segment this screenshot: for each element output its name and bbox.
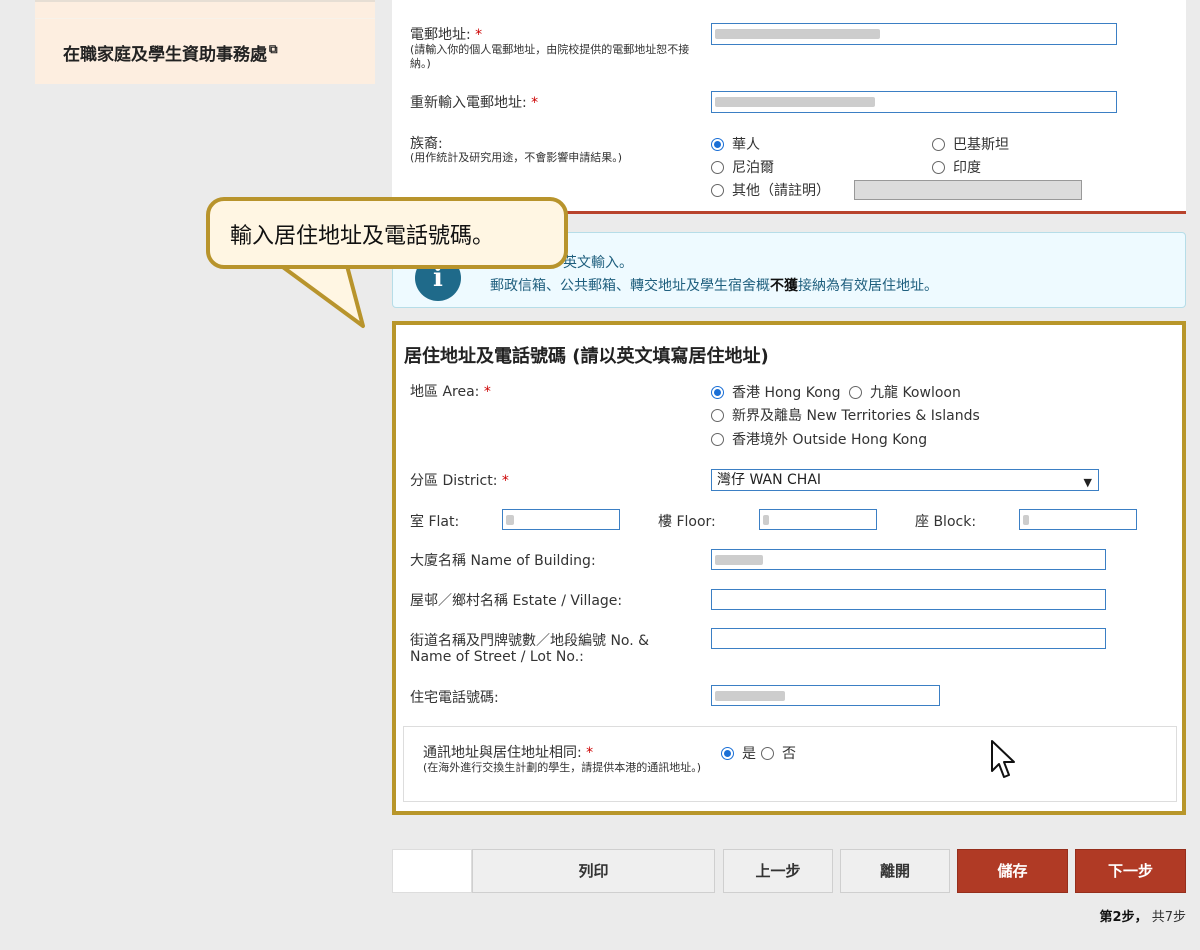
radio-icon — [761, 746, 774, 760]
sidebar-panel: 在職家庭及學生資助事務處 ⧉ — [35, 0, 375, 84]
email-confirm-field[interactable] — [711, 91, 1117, 113]
callout-tail — [272, 262, 365, 328]
back-button[interactable]: 上一步 — [723, 849, 833, 893]
ethnicity-hint: (用作統計及研究用途，不會影響申請結果。) — [410, 151, 623, 164]
estate-field[interactable] — [711, 589, 1106, 610]
floor-label: 樓 Floor: — [658, 514, 716, 530]
radio-icon — [932, 137, 945, 151]
button-spacer — [392, 849, 472, 893]
external-link-icon: ⧉ — [269, 42, 278, 57]
street-label-1: 街道名稱及門牌號數／地段編號 No. & — [410, 633, 650, 649]
block-label: 座 Block: — [915, 514, 977, 530]
correspondence-box: 通訊地址與居住地址相同: * (在海外進行交換生計劃的學生，請提供本港的通訊地址… — [403, 726, 1177, 802]
email-confirm-label: 重新輸入電郵地址: * — [410, 95, 539, 111]
same-address-yes[interactable]: 是 — [721, 743, 756, 763]
phone-label: 住宅電話號碼: — [410, 690, 499, 706]
email-label: 電郵地址: * — [410, 27, 483, 43]
estate-label: 屋邨／鄉村名稱 Estate / Village: — [410, 593, 623, 609]
same-address-hint: (在海外進行交換生計劃的學生，請提供本港的通訊地址。) — [423, 761, 702, 774]
step-indicator: 第2步， 共7步 — [1099, 910, 1186, 925]
ethnicity-radio-pakistani[interactable]: 巴基斯坦 — [932, 134, 1009, 154]
personal-info-panel: 電郵地址: * (請輸入你的個人電郵地址，由院校提供的電郵地址恕不接納。) 重新… — [392, 0, 1186, 214]
radio-icon — [932, 160, 945, 174]
next-button[interactable]: 下一步 — [1075, 849, 1186, 893]
email-hint: (請輸入你的個人電郵地址，由院校提供的電郵地址恕不接納。) — [410, 43, 690, 70]
area-radio-kowloon[interactable]: 九龍 Kowloon — [849, 382, 961, 402]
ethnicity-other-field[interactable] — [854, 180, 1082, 200]
leave-button[interactable]: 離開 — [840, 849, 950, 893]
info-line-2: 郵政信箱、公共郵箱、轉交地址及學生宿舍概不獲接納為有效居住地址。 — [490, 278, 938, 294]
flat-field[interactable] — [502, 509, 620, 530]
address-panel: 居住地址及電話號碼 (請以英文填寫居住地址) 地區 Area: * 香港 Hon… — [392, 321, 1186, 815]
building-label: 大廈名稱 Name of Building: — [410, 553, 596, 569]
street-field[interactable] — [711, 628, 1106, 649]
callout-text: 輸入居住地址及電話號碼。 — [230, 224, 495, 249]
radio-icon — [711, 408, 724, 422]
ethnicity-radio-indian[interactable]: 印度 — [932, 157, 981, 177]
street-label-2: Name of Street / Lot No.: — [410, 649, 584, 665]
chevron-down-icon: ▼ — [1083, 476, 1092, 489]
radio-selected-icon — [711, 137, 724, 151]
area-label: 地區 Area: * — [410, 384, 491, 400]
ethnicity-radio-nepalese[interactable]: 尼泊爾 — [711, 157, 774, 177]
area-radio-nt-islands[interactable]: 新界及離島 New Territories & Islands — [711, 405, 980, 425]
section-title: 居住地址及電話號碼 (請以英文填寫居住地址) — [404, 346, 769, 367]
radio-selected-icon — [721, 746, 734, 760]
print-button[interactable]: 列印 — [472, 849, 715, 893]
area-radio-hong-kong[interactable]: 香港 Hong Kong — [711, 382, 841, 402]
email-field[interactable] — [711, 23, 1117, 45]
radio-icon — [849, 385, 862, 399]
floor-field[interactable] — [759, 509, 877, 530]
radio-selected-icon — [711, 385, 724, 399]
area-radio-outside-hk[interactable]: 香港境外 Outside Hong Kong — [711, 429, 927, 449]
district-label: 分區 District: * — [410, 473, 509, 489]
flat-label: 室 Flat: — [410, 514, 460, 530]
block-field[interactable] — [1019, 509, 1137, 530]
info-line-1: 英文輸入。 — [563, 255, 633, 271]
sidebar-divider — [35, 18, 375, 19]
callout-bubble: 輸入居住地址及電話號碼。 — [206, 197, 568, 269]
phone-field[interactable] — [711, 685, 940, 706]
radio-icon — [711, 183, 724, 197]
building-field[interactable] — [711, 549, 1106, 570]
radio-icon — [711, 432, 724, 446]
save-button[interactable]: 儲存 — [957, 849, 1068, 893]
radio-icon — [711, 160, 724, 174]
mouse-cursor-icon — [991, 740, 1015, 778]
ethnicity-label: 族裔: — [410, 136, 443, 152]
sidebar-link-wfsfaa[interactable]: 在職家庭及學生資助事務處 ⧉ — [63, 40, 278, 65]
same-address-label: 通訊地址與居住地址相同: * — [423, 745, 594, 761]
district-select[interactable]: 灣仔 WAN CHAI ▼ — [711, 469, 1099, 491]
same-address-no[interactable]: 否 — [761, 743, 796, 763]
sidebar-link-label: 在職家庭及學生資助事務處 — [63, 45, 267, 65]
ethnicity-radio-chinese[interactable]: 華人 — [711, 134, 760, 154]
ethnicity-radio-other[interactable]: 其他（請註明） — [711, 180, 830, 200]
